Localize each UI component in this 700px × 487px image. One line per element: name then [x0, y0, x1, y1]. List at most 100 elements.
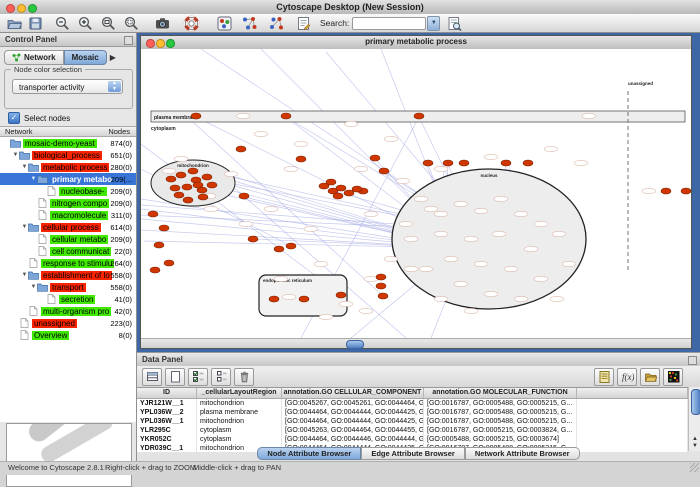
gene-label-node[interactable] [344, 121, 358, 126]
gene-label-node[interactable] [354, 166, 368, 171]
gene-label-node[interactable] [264, 206, 278, 211]
tab-network[interactable]: Network [4, 50, 64, 65]
gene-node[interactable] [423, 160, 433, 166]
unselect-all-attributes-icon[interactable] [211, 368, 231, 386]
new-attribute-icon[interactable] [165, 368, 185, 386]
gene-label-node[interactable] [359, 308, 373, 313]
gene-node[interactable] [150, 267, 160, 273]
import-table-icon[interactable] [640, 368, 660, 386]
gene-label-node[interactable] [424, 206, 438, 211]
tab-network-attribute-browser[interactable]: Network Attribute Browser [465, 447, 580, 460]
gene-node[interactable] [269, 296, 279, 302]
gene-node[interactable] [191, 113, 201, 119]
gene-label-node[interactable] [396, 178, 410, 183]
tree-row[interactable]: mosaic-demo-yeast874(0) [0, 137, 136, 149]
net-zoom-button[interactable] [166, 39, 175, 48]
column-header[interactable]: _cellularLayoutRegion [197, 388, 282, 398]
expand-arrow-icon[interactable]: ▼ [21, 224, 28, 230]
gene-label-node[interactable] [414, 196, 428, 201]
gene-label-node[interactable] [204, 206, 218, 211]
gene-label-node[interactable] [464, 308, 478, 313]
gene-label-node[interactable] [582, 113, 596, 118]
matrix-icon[interactable] [663, 368, 683, 386]
table-row[interactable]: YKR052Ccytoplasm[GO:0044464, GO:0044446,… [137, 435, 688, 444]
tree-row[interactable]: macromolecule311(0) [0, 209, 136, 221]
gene-label-node[interactable] [494, 196, 508, 201]
gene-label-node[interactable] [384, 136, 398, 141]
tree-row[interactable]: nucleobase-209(0) [0, 185, 136, 197]
gene-label-node[interactable] [552, 231, 566, 236]
gene-label-node[interactable] [162, 168, 176, 173]
gene-label-node[interactable] [454, 281, 468, 286]
gene-label-node[interactable] [282, 294, 296, 299]
network-horizontal-scrollbar[interactable] [141, 338, 691, 348]
tree-row[interactable]: ▼primary metabo209(... [0, 173, 136, 185]
table-vertical-scrollbar[interactable]: ▲ ▼ [688, 387, 700, 451]
column-header[interactable]: ID [137, 388, 197, 398]
gene-label-node[interactable] [504, 266, 518, 271]
tree-row[interactable]: ▼establishment of lo558(0) [0, 269, 136, 281]
gene-label-node[interactable] [419, 266, 433, 271]
delete-attribute-icon[interactable] [234, 368, 254, 386]
save-session-icon[interactable] [27, 15, 44, 32]
gene-node[interactable] [248, 236, 258, 242]
gene-node[interactable] [274, 246, 284, 252]
gene-label-node[interactable] [224, 171, 238, 176]
gene-label-node[interactable] [534, 276, 548, 281]
zoom-selected-icon[interactable] [123, 15, 140, 32]
zoom-window-button[interactable] [28, 4, 37, 13]
search-input[interactable] [352, 17, 426, 30]
gene-node[interactable] [336, 292, 346, 298]
gene-node[interactable] [176, 172, 186, 178]
gene-label-node[interactable] [524, 246, 538, 251]
gene-label-node[interactable] [574, 160, 588, 165]
tab-mosaic[interactable]: Mosaic [64, 50, 107, 65]
gene-node[interactable] [378, 293, 388, 299]
tab-node-attribute-browser[interactable]: Node Attribute Browser [257, 447, 361, 460]
column-header[interactable] [577, 388, 688, 398]
tab-edge-attribute-browser[interactable]: Edge Attribute Browser [361, 447, 464, 460]
close-button[interactable] [6, 4, 15, 13]
gene-label-node[interactable] [174, 156, 188, 161]
net-close-button[interactable] [146, 39, 155, 48]
gene-label-node[interactable] [404, 266, 418, 271]
tree-row[interactable]: cell communicat22(0) [0, 245, 136, 257]
column-header[interactable]: annotation.GO CELLULAR_COMPONENT [282, 388, 424, 398]
gene-label-node[interactable] [319, 314, 333, 319]
birdseye-view[interactable] [6, 423, 132, 487]
gene-label-node[interactable] [254, 131, 268, 136]
gene-node[interactable] [681, 188, 691, 194]
gene-node[interactable] [459, 160, 469, 166]
gene-node[interactable] [296, 156, 306, 162]
gene-node[interactable] [376, 283, 386, 289]
gene-node[interactable] [379, 168, 389, 174]
gene-node[interactable] [182, 184, 192, 190]
minimize-button[interactable] [17, 4, 26, 13]
gene-label-node[interactable] [484, 154, 498, 159]
expand-arrow-icon[interactable]: ▼ [21, 164, 28, 170]
zoom-out-icon[interactable] [54, 15, 71, 32]
gene-node[interactable] [352, 186, 362, 192]
gene-label-node[interactable] [239, 221, 253, 226]
gene-node[interactable] [164, 260, 174, 266]
gene-label-node[interactable] [294, 141, 308, 146]
gene-node[interactable] [376, 274, 386, 280]
table-row[interactable]: YJR121W__1mitochondrion[GO:0045267, GO:0… [137, 399, 688, 408]
gene-label-node[interactable] [434, 211, 448, 216]
gene-label-node[interactable] [274, 276, 288, 281]
search-dropdown-arrow[interactable]: ▼ [427, 16, 440, 31]
snapshot-icon[interactable] [154, 15, 171, 32]
select-nodes-checkbox[interactable]: ✓ [8, 112, 20, 124]
gene-node[interactable] [443, 160, 453, 166]
vscroll-thumb[interactable] [691, 389, 700, 415]
gene-label-node[interactable] [474, 208, 488, 213]
gene-label-node[interactable] [474, 261, 488, 266]
function-builder-icon[interactable]: f(x) [617, 368, 637, 386]
open-file-icon[interactable] [6, 15, 23, 32]
tree-row[interactable]: ▼metabolic process280(0) [0, 161, 136, 173]
gene-label-node[interactable] [642, 188, 656, 193]
tree-row[interactable]: response to stimulu264(0) [0, 257, 136, 269]
gene-label-node[interactable] [434, 231, 448, 236]
network-canvas[interactable]: plasma membranecytoplasmmitochondrionnuc… [141, 49, 691, 338]
zoom-in-icon[interactable] [77, 15, 94, 32]
